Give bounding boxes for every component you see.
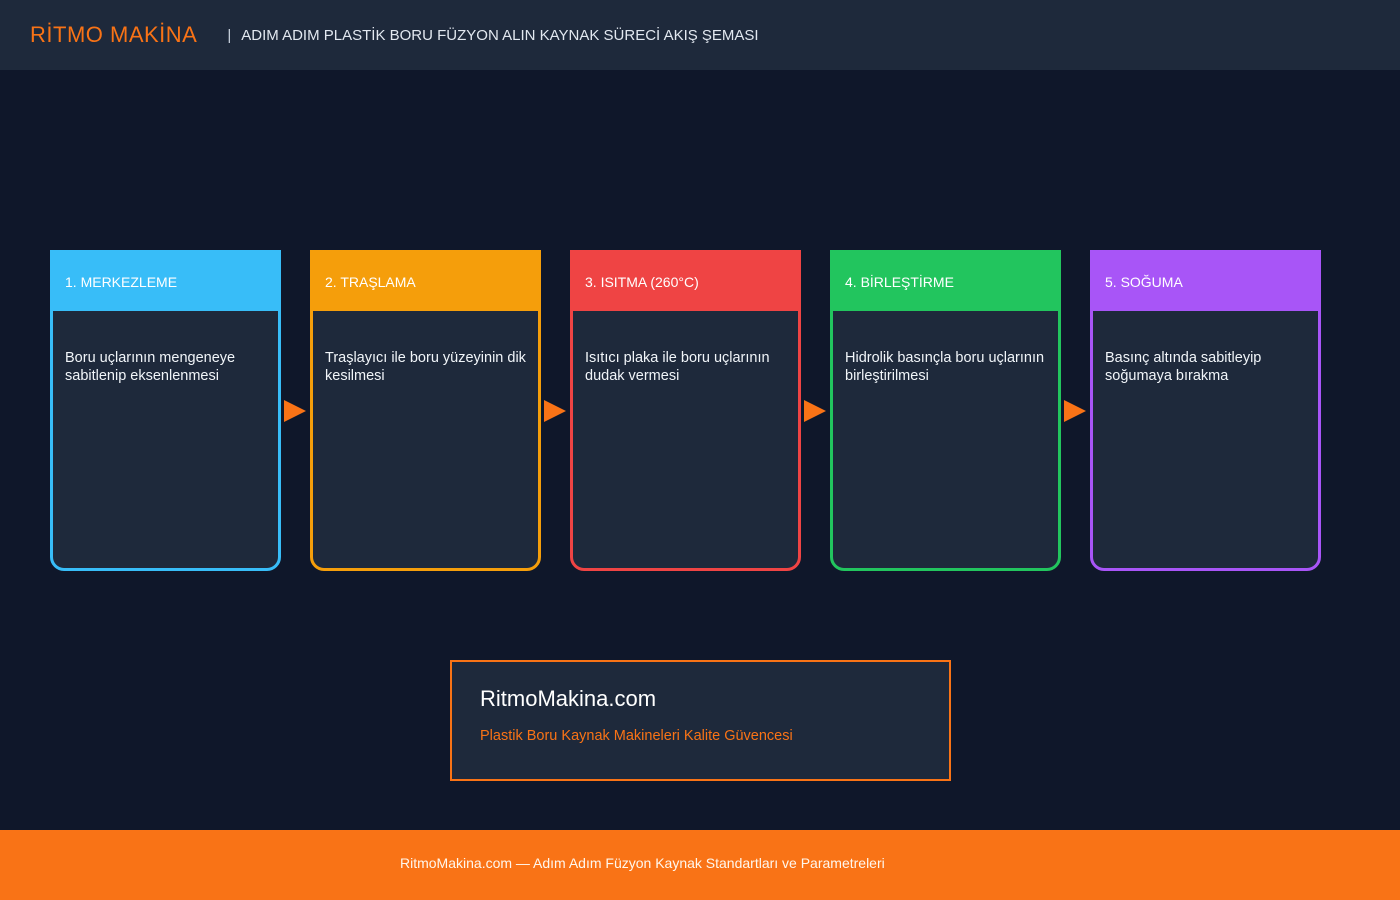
step-card-facing: 2. TRAŞLAMA Traşlayıcı ile boru yüzeyini… (310, 250, 541, 571)
footer-text: RitmoMakina.com — Adım Adım Füzyon Kayna… (400, 855, 885, 871)
step-title: 2. TRAŞLAMA (325, 274, 416, 290)
step-header: 4. BİRLEŞTİRME (833, 253, 1058, 311)
step-title: 3. ISITMA (260°C) (585, 274, 699, 290)
info-box: RitmoMakina.com Plastik Boru Kaynak Maki… (450, 660, 951, 781)
page-title: ADIM ADIM PLASTİK BORU FÜZYON ALIN KAYNA… (241, 26, 759, 44)
step-description: Traşlayıcı ile boru yüzeyinin dik kesilm… (325, 350, 526, 384)
step-description: Hidrolik basınçla boru uçlarının birleşt… (845, 350, 1045, 384)
info-subtitle: Plastik Boru Kaynak Makineleri Kalite Gü… (480, 728, 793, 744)
info-title[interactable]: RitmoMakina.com (480, 686, 949, 712)
step-description: Boru uçlarının mengeneye sabitlenip ekse… (65, 350, 236, 384)
step-header: 1. MERKEZLEME (53, 253, 278, 311)
header-separator: | (227, 26, 232, 44)
flow-arrow-icon (544, 400, 566, 422)
brand-logo[interactable]: RİTMO MAKİNA (30, 22, 197, 48)
step-card-cooling: 5. SOĞUMA Basınç altında sabitleyip soğu… (1090, 250, 1321, 571)
step-title: 5. SOĞUMA (1105, 274, 1183, 290)
step-description: Basınç altında sabitleyip soğumaya bırak… (1105, 350, 1262, 384)
footer-bar: RitmoMakina.com — Adım Adım Füzyon Kayna… (0, 830, 1400, 900)
step-card-joining: 4. BİRLEŞTİRME Hidrolik basınçla boru uç… (830, 250, 1061, 571)
step-description: Isıtıcı plaka ile boru uçlarının dudak v… (585, 350, 770, 384)
step-header: 3. ISITMA (260°C) (573, 253, 798, 311)
flow-arrow-icon (1064, 400, 1086, 422)
step-title: 1. MERKEZLEME (65, 274, 178, 290)
flow-arrow-icon (804, 400, 826, 422)
step-card-centering: 1. MERKEZLEME Boru uçlarının mengeneye s… (50, 250, 281, 571)
flow-arrow-icon (284, 400, 306, 422)
header-bar: RİTMO MAKİNA | ADIM ADIM PLASTİK BORU FÜ… (0, 0, 1400, 70)
step-card-heating: 3. ISITMA (260°C) Isıtıcı plaka ile boru… (570, 250, 801, 571)
step-header: 2. TRAŞLAMA (313, 253, 538, 311)
step-title: 4. BİRLEŞTİRME (845, 274, 954, 290)
step-header: 5. SOĞUMA (1093, 253, 1318, 311)
